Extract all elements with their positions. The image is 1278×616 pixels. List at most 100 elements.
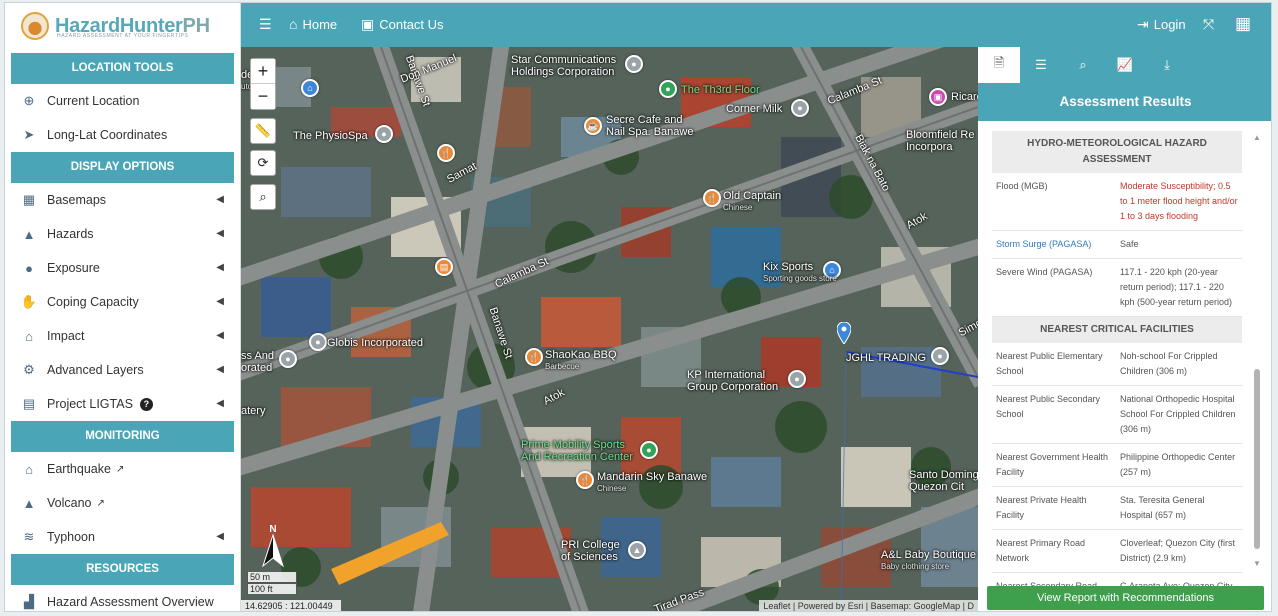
- home-icon: ⌂: [289, 16, 298, 32]
- map-search-button[interactable]: ⌕: [250, 184, 276, 210]
- nav-basemaps[interactable]: ▦ Basemaps ◀: [5, 183, 240, 217]
- tab-download[interactable]: ⤓: [1146, 47, 1188, 83]
- zoom-in-button[interactable]: +: [251, 59, 275, 84]
- poi-pin[interactable]: 🍴: [525, 348, 543, 366]
- nav-typhoon[interactable]: ≋ Typhoon ◀: [5, 520, 240, 554]
- menu-toggle-button[interactable]: ☰: [259, 16, 277, 33]
- measure-tool-button[interactable]: 📏: [250, 118, 276, 144]
- scroll-up-icon[interactable]: ▲: [1253, 133, 1261, 142]
- nav-long-lat-coordinates[interactable]: ➤ Long-Lat Coordinates: [5, 118, 240, 152]
- hydro-met-header: HYDRO-METEOROLOGICAL HAZARD ASSESSMENT: [992, 131, 1242, 173]
- map-attribution[interactable]: Leaflet | Powered by Esri | Basemap: Goo…: [759, 600, 978, 611]
- results-table: HYDRO-METEOROLOGICAL HAZARD ASSESSMENT F…: [992, 131, 1242, 611]
- ruler-icon: 📏: [254, 123, 272, 138]
- tab-chart[interactable]: 📈: [1104, 47, 1146, 83]
- scrollbar-thumb[interactable]: [1254, 369, 1260, 549]
- map-icon: ▦: [22, 192, 36, 207]
- user-gear-icon: ⚙: [23, 362, 35, 377]
- expand-icon: ⤧: [1203, 16, 1215, 32]
- app-window: HazardHunterPH HAZARD ASSESSMENT AT YOUR…: [4, 2, 1272, 612]
- chevron-left-icon: ◀: [216, 296, 224, 307]
- poi-pin[interactable]: ●: [309, 333, 327, 351]
- poi-label: Globis Incorporated: [327, 337, 423, 349]
- panel-title: Assessment Results: [978, 83, 1271, 121]
- list-icon: ☰: [1035, 57, 1047, 72]
- poi-pin[interactable]: ☕: [584, 117, 602, 135]
- table-icon: ▤: [22, 396, 36, 411]
- nav-earthquake[interactable]: ⌂ Earthquake ↗: [5, 452, 240, 486]
- poi-label: ShaoKao BBQ Barbecue: [545, 349, 617, 371]
- apps-button[interactable]: ▦: [1235, 14, 1256, 34]
- table-row: Nearest Public Secondary School National…: [992, 386, 1242, 444]
- table-row: Nearest Public Elementary School Noh-sch…: [992, 343, 1242, 386]
- contact-link[interactable]: ▣ Contact Us: [361, 16, 444, 33]
- nav-coping-capacity[interactable]: ✋ Coping Capacity ◀: [5, 285, 240, 319]
- home-link[interactable]: ⌂ Home: [289, 16, 337, 32]
- nav-hazard-assessment-overview[interactable]: ▟ Hazard Assessment Overview: [5, 585, 240, 611]
- scroll-down-icon[interactable]: ▼: [1253, 559, 1261, 568]
- poi-pin[interactable]: ●: [931, 347, 949, 365]
- poi-pin[interactable]: ▤: [435, 258, 453, 276]
- logo-tagline: HAZARD ASSESSMENT AT YOUR FINGERTIPS: [57, 33, 189, 39]
- poi-pin[interactable]: 🍴: [437, 144, 455, 162]
- table-row: Flood (MGB) Moderate Susceptibility; 0.5…: [992, 173, 1242, 231]
- results-scrollbar[interactable]: ▲ ▼: [1253, 133, 1261, 571]
- poi-pin[interactable]: ●: [788, 370, 806, 388]
- poi-label: Corner Milk: [726, 103, 783, 115]
- table-row: Nearest Primary Road Network Cloverleaf;…: [992, 530, 1242, 573]
- tab-report[interactable]: 🗎: [978, 47, 1020, 83]
- line-chart-icon: 📈: [1116, 57, 1134, 72]
- nav-hazards[interactable]: ▲ Hazards ◀: [5, 217, 240, 251]
- poi-label: PRI College of Sciences: [561, 539, 620, 563]
- house-crack-icon: ⌂: [25, 461, 33, 477]
- external-link-icon: ↗: [96, 497, 105, 509]
- poi-label: Bloomfield Re Incorpora: [906, 129, 975, 153]
- refresh-icon: ⟳: [257, 155, 269, 170]
- view-report-button[interactable]: View Report with Recommendations: [987, 586, 1264, 610]
- nav-volcano[interactable]: ▲ Volcano ↗: [5, 486, 240, 520]
- coordinate-readout: 14.62905 : 121.00449: [241, 600, 341, 611]
- table-row: Nearest Government Health Facility Phili…: [992, 444, 1242, 487]
- nav-current-location[interactable]: ⊕ Current Location: [5, 84, 240, 118]
- poi-pin[interactable]: ●: [625, 55, 643, 73]
- tab-list[interactable]: ☰: [1020, 47, 1062, 83]
- poi-pin[interactable]: ●: [375, 125, 393, 143]
- poi-pin[interactable]: ●: [640, 441, 658, 459]
- resources-header: RESOURCES: [11, 554, 234, 585]
- hands-icon: ✋: [20, 294, 38, 309]
- zoom-out-button[interactable]: −: [251, 84, 275, 109]
- poi-pin[interactable]: ⌂: [301, 79, 319, 97]
- tab-search[interactable]: ⌕: [1062, 47, 1104, 83]
- warning-icon: ▲: [22, 226, 36, 242]
- chevron-left-icon: ◀: [216, 398, 224, 409]
- poi-pin[interactable]: ▣: [929, 88, 947, 106]
- poi-label: Star Communications Holdings Corporation: [511, 54, 617, 78]
- nav-exposure[interactable]: ● Exposure ◀: [5, 251, 240, 285]
- svg-text:N: N: [269, 524, 276, 535]
- question-circle-icon[interactable]: ?: [139, 397, 153, 411]
- poi-pin[interactable]: ●: [791, 99, 809, 117]
- poi-pin[interactable]: ▲: [628, 541, 646, 559]
- hamburger-icon: ☰: [259, 16, 272, 32]
- logo[interactable]: HazardHunterPH HAZARD ASSESSMENT AT YOUR…: [5, 3, 240, 49]
- map-view[interactable]: Banawe St Don Manuel Samat Calamba St Ca…: [241, 47, 978, 611]
- refresh-button[interactable]: ⟳: [250, 150, 276, 176]
- poi-pin[interactable]: ●: [279, 350, 297, 368]
- north-arrow-icon: N: [262, 524, 284, 568]
- poi-pin[interactable]: 🍴: [703, 189, 721, 207]
- nav-advanced-layers[interactable]: ⚙ Advanced Layers ◀: [5, 353, 240, 387]
- poi-pin[interactable]: 🍴: [576, 471, 594, 489]
- storm-surge-link[interactable]: Storm Surge (PAGASA): [996, 237, 1120, 252]
- poi-label: A&L Baby Boutique Baby clothing store: [881, 549, 976, 571]
- map-pin-marker-icon[interactable]: [837, 322, 851, 344]
- chart-icon: ▟: [24, 594, 34, 609]
- login-button[interactable]: ⇥ Login: [1137, 16, 1186, 33]
- nav-impact[interactable]: ⌂ Impact ◀: [5, 319, 240, 353]
- poi-label: atery: [241, 405, 266, 417]
- poi-pin[interactable]: ●: [659, 80, 677, 98]
- nav-project-ligtas[interactable]: ▤ Project LIGTAS ? ◀: [5, 387, 240, 421]
- fullscreen-button[interactable]: ⤧: [1203, 16, 1219, 33]
- poi-label: ss And orated: [241, 350, 275, 374]
- search-icon: ⌕: [1079, 57, 1087, 72]
- house-damage-icon: ⌂: [25, 328, 33, 344]
